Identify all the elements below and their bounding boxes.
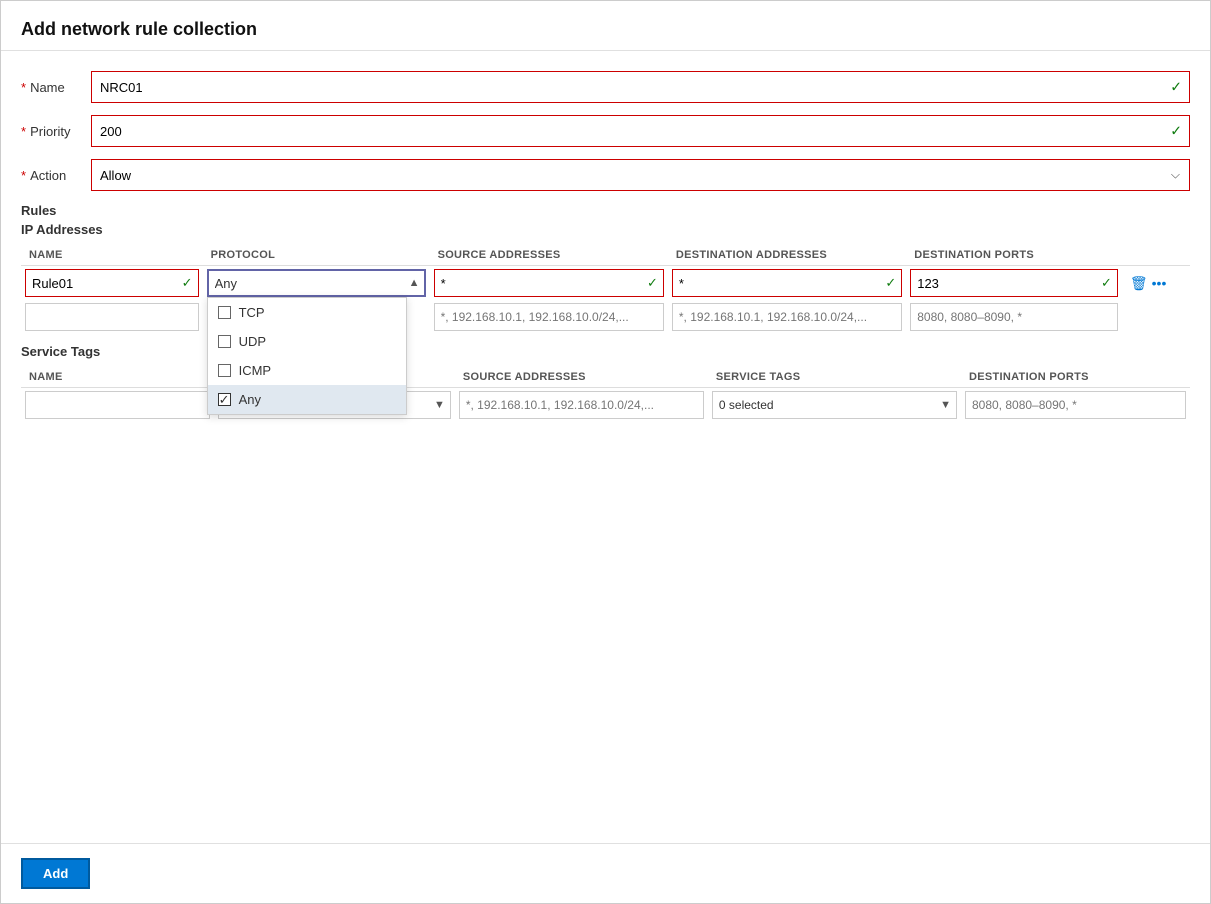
ip-new-source-input[interactable] <box>434 303 664 331</box>
st-name-cell <box>21 388 214 423</box>
tcp-checkbox <box>218 306 231 319</box>
service-tags-new-row: 0 selected ▼ 0 selected ▼ <box>21 388 1190 423</box>
action-select-wrap: Allow Deny ⌵ <box>91 159 1190 191</box>
priority-label: * Priority <box>21 124 91 139</box>
more-options-button[interactable]: ••• <box>1152 275 1167 291</box>
protocol-option-tcp[interactable]: TCP <box>208 298 406 327</box>
footer: Add <box>1 843 1210 903</box>
any-label: Any <box>239 392 261 407</box>
th-name: NAME <box>21 245 203 266</box>
action-icons: 🗑 ••• <box>1126 275 1186 292</box>
protocol-option-any[interactable]: ✓ Any <box>208 385 406 414</box>
icmp-checkbox <box>218 364 231 377</box>
delete-row-button[interactable]: 🗑 <box>1130 275 1148 292</box>
udp-checkbox <box>218 335 231 348</box>
ip-name-wrap: ✓ <box>25 269 199 297</box>
st-tags-select[interactable]: 0 selected <box>712 391 957 419</box>
ip-ports-cell: ✓ <box>906 266 1122 301</box>
name-field-wrap: ✓ <box>91 71 1190 103</box>
ip-new-destination-input[interactable] <box>672 303 902 331</box>
ip-new-name-input[interactable] <box>25 303 199 331</box>
ip-source-wrap: ✓ <box>434 269 664 297</box>
tcp-label: TCP <box>239 305 265 320</box>
st-tags-select-wrap: 0 selected ▼ <box>712 391 957 419</box>
st-th-ports: DESTINATION PORTS <box>961 367 1190 388</box>
ip-new-actions-cell <box>1122 300 1190 334</box>
required-star-priority: * <box>21 124 26 139</box>
name-valid-icon: ✓ <box>1170 79 1182 96</box>
ip-destination-input[interactable] <box>672 269 902 297</box>
protocol-input[interactable] <box>207 269 426 297</box>
ip-new-destination-cell <box>668 300 906 334</box>
st-name-input[interactable] <box>25 391 210 419</box>
st-th-name: NAME <box>21 367 214 388</box>
th-actions <box>1122 245 1190 266</box>
ip-source-cell: ✓ <box>430 266 668 301</box>
priority-valid-icon: ✓ <box>1170 123 1182 140</box>
ip-name-input[interactable] <box>25 269 199 297</box>
udp-label: UDP <box>239 334 266 349</box>
ip-protocol-cell: ▲ TCP UDP <box>203 266 430 301</box>
name-label: * Name <box>21 80 91 95</box>
priority-input[interactable] <box>91 115 1190 147</box>
th-source: SOURCE ADDRESSES <box>430 245 668 266</box>
any-checkbox: ✓ <box>218 393 231 406</box>
ip-name-cell: ✓ <box>21 266 203 301</box>
st-ports-input[interactable] <box>965 391 1186 419</box>
ip-new-row <box>21 300 1190 334</box>
ip-destination-wrap: ✓ <box>672 269 902 297</box>
st-source-input[interactable] <box>459 391 704 419</box>
service-tags-table: NAME PROTOCOL SOURCE ADDRESSES SERVICE T… <box>21 367 1190 422</box>
ip-new-source-cell <box>430 300 668 334</box>
ip-ports-input[interactable] <box>910 269 1118 297</box>
st-th-source: SOURCE ADDRESSES <box>455 367 708 388</box>
name-input[interactable] <box>91 71 1190 103</box>
st-service-tags-cell: 0 selected ▼ <box>708 388 961 423</box>
ip-ports-wrap: ✓ <box>910 269 1118 297</box>
action-label: * Action <box>21 168 91 183</box>
ip-rule-row: ✓ ▲ TCP <box>21 266 1190 301</box>
ip-addresses-table: NAME PROTOCOL SOURCE ADDRESSES DESTINATI… <box>21 245 1190 334</box>
ip-destination-cell: ✓ <box>668 266 906 301</box>
ip-new-ports-cell <box>906 300 1122 334</box>
th-ports: DESTINATION PORTS <box>906 245 1122 266</box>
service-tags-label: Service Tags <box>21 344 1190 359</box>
priority-field-wrap: ✓ <box>91 115 1190 147</box>
content-spacer <box>1 438 1210 843</box>
add-button[interactable]: Add <box>21 858 90 889</box>
ip-source-input[interactable] <box>434 269 664 297</box>
rules-section-label: Rules <box>21 203 1190 218</box>
protocol-option-udp[interactable]: UDP <box>208 327 406 356</box>
protocol-dropdown-wrap: ▲ TCP UDP <box>207 269 426 297</box>
th-destination: DESTINATION ADDRESSES <box>668 245 906 266</box>
st-source-cell <box>455 388 708 423</box>
protocol-option-icmp[interactable]: ICMP <box>208 356 406 385</box>
required-star-action: * <box>21 168 26 183</box>
page-title: Add network rule collection <box>21 19 1190 40</box>
st-th-service-tags: SERVICE TAGS <box>708 367 961 388</box>
protocol-dropdown-menu: TCP UDP ICMP <box>207 297 407 415</box>
required-star-name: * <box>21 80 26 95</box>
ip-addresses-label: IP Addresses <box>21 222 1190 237</box>
st-ports-cell <box>961 388 1190 423</box>
ip-actions-cell: 🗑 ••• <box>1122 266 1190 301</box>
icmp-label: ICMP <box>239 363 272 378</box>
ip-new-name-cell <box>21 300 203 334</box>
ip-new-ports-input[interactable] <box>910 303 1118 331</box>
th-protocol: PROTOCOL <box>203 245 430 266</box>
action-select[interactable]: Allow Deny <box>91 159 1190 191</box>
